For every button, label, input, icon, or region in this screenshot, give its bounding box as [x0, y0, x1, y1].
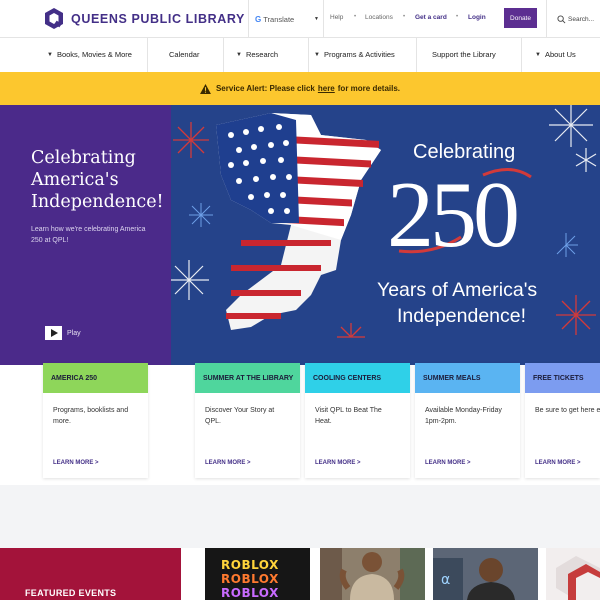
chevron-down-icon: ▼: [314, 16, 319, 22]
donate-button[interactable]: Donate: [504, 8, 537, 28]
hero-image-line4: Independence!: [397, 305, 527, 327]
hero-subtitle: Learn how we're celebrating America 250 …: [31, 226, 146, 244]
warning-icon: [200, 83, 211, 94]
nav-books-movies[interactable]: ▼ Books, Movies & More: [47, 50, 132, 59]
card-title: FREE TICKETS: [525, 363, 600, 393]
nav-support[interactable]: Support the Library: [432, 50, 496, 59]
roblox-logo-text: ROBLOX: [221, 572, 279, 586]
chevron-down-icon: ▼: [314, 51, 320, 58]
hero-image-line1: Celebrating: [413, 141, 516, 163]
nav-about[interactable]: ▼ About Us: [535, 50, 576, 59]
learn-more-link[interactable]: LEARN MORE >: [315, 460, 361, 466]
translate-dropdown[interactable]: G Translate ▼: [248, 0, 324, 38]
nav-divider: [147, 38, 148, 72]
fireworks-illustration: [171, 105, 597, 338]
nav-programs[interactable]: ▼ Programs & Activities: [314, 50, 395, 59]
search-placeholder: Search...: [568, 15, 595, 23]
main-nav: ▼ Books, Movies & More Calendar ▼ Resear…: [0, 38, 600, 72]
nav-label: Books, Movies & More: [56, 50, 132, 59]
hero-panel: Celebrating America's Independence! Lear…: [0, 105, 171, 365]
person-photo: [320, 548, 425, 600]
nav-research[interactable]: ▼ Research: [236, 50, 278, 59]
hero-image[interactable]: Celebrating 250 Years of America's Indep…: [171, 105, 600, 365]
card-america-250[interactable]: AMERICA 250 Programs, booklists and more…: [43, 363, 148, 478]
alert-prefix: Service Alert: Please click: [215, 84, 315, 93]
nav-divider: [308, 38, 309, 72]
play-icon: [45, 326, 62, 340]
search-button[interactable]: Search...: [546, 0, 600, 38]
service-alert-banner: Service Alert: Please click here for mor…: [0, 72, 600, 105]
abstract-graphic: [546, 548, 600, 600]
alert-suffix: for more details.: [337, 84, 401, 93]
person-photo: α: [433, 548, 538, 600]
card-cooling-centers[interactable]: COOLING CENTERS Visit QPL to Beat The He…: [305, 363, 410, 478]
separator-dot: •: [403, 14, 406, 20]
card-title: SUMMER AT THE LIBRARY: [195, 363, 300, 393]
separator-dot: •: [354, 14, 357, 20]
event-thumbnail-photo[interactable]: [320, 548, 425, 600]
learn-more-link[interactable]: LEARN MORE >: [535, 460, 581, 466]
queens-flag-map: [216, 113, 381, 330]
card-body: Be sure to get here e: [535, 407, 600, 414]
alert-here-link[interactable]: here: [318, 84, 335, 93]
nav-label: Calendar: [169, 50, 200, 59]
card-title: AMERICA 250: [43, 363, 148, 393]
card-free-tickets[interactable]: FREE TICKETS Be sure to get here e LEARN…: [525, 363, 600, 478]
nav-label: Programs & Activities: [323, 50, 395, 59]
google-icon: G: [255, 14, 262, 24]
library-logo[interactable]: QUEENS PUBLIC LIBRARY: [44, 8, 245, 30]
learn-more-link[interactable]: LEARN MORE >: [425, 460, 471, 466]
event-thumbnail-graphic[interactable]: [546, 548, 600, 600]
translate-label: Translate: [263, 14, 295, 24]
card-body: Available Monday-Friday 1pm-2pm.: [425, 407, 502, 425]
hero-title: Celebrating America's Independence!: [31, 148, 164, 212]
hero-image-line3: Years of America's: [377, 279, 538, 301]
nav-divider: [416, 38, 417, 72]
card-title: SUMMER MEALS: [415, 363, 520, 393]
search-icon: [557, 14, 566, 23]
card-body: Visit QPL to Beat The Heat.: [315, 407, 382, 425]
event-thumbnail-roblox[interactable]: ROBLOX ROBLOX ROBLOX: [205, 548, 310, 600]
nav-calendar[interactable]: Calendar: [169, 50, 199, 59]
locations-link[interactable]: Locations: [365, 14, 393, 21]
section-spacer: [0, 485, 600, 548]
card-title: COOLING CENTERS: [305, 363, 410, 393]
nav-divider: [223, 38, 224, 72]
login-link[interactable]: Login: [468, 14, 486, 21]
card-body: Discover Your Story at QPL.: [205, 407, 275, 425]
chevron-down-icon: ▼: [47, 51, 53, 58]
learn-more-link[interactable]: LEARN MORE >: [53, 460, 99, 466]
help-link[interactable]: Help: [330, 14, 343, 21]
roblox-logo-text: ROBLOX: [221, 558, 279, 572]
nav-divider: [521, 38, 522, 72]
get-a-card-link[interactable]: Get a card: [415, 14, 447, 21]
hero-image-number: 250: [387, 163, 520, 267]
chevron-down-icon: ▼: [535, 51, 541, 58]
nav-label: Support the Library: [432, 50, 496, 59]
svg-text:α: α: [441, 572, 450, 588]
play-label: Play: [67, 329, 81, 337]
roblox-logo-text: ROBLOX: [221, 586, 279, 600]
card-summer-at-library[interactable]: SUMMER AT THE LIBRARY Discover Your Stor…: [195, 363, 300, 478]
logo-text: QUEENS PUBLIC LIBRARY: [71, 12, 245, 26]
chevron-down-icon: ▼: [236, 51, 242, 58]
learn-more-link[interactable]: LEARN MORE >: [205, 460, 251, 466]
play-button[interactable]: Play: [45, 326, 81, 340]
separator-dot: •: [456, 14, 459, 20]
card-body: Programs, booklists and more.: [53, 407, 129, 425]
nav-label: About Us: [544, 50, 576, 59]
logo-mark-icon: [45, 8, 63, 29]
event-thumbnail-photo[interactable]: α: [433, 548, 538, 600]
top-header: QUEENS PUBLIC LIBRARY G Translate ▼ Help…: [0, 0, 600, 38]
featured-events-title: FEATURED EVENTS: [25, 588, 117, 598]
featured-events-panel: FEATURED EVENTS: [0, 548, 181, 600]
nav-label: Research: [245, 50, 279, 59]
card-summer-meals[interactable]: SUMMER MEALS Available Monday-Friday 1pm…: [415, 363, 520, 478]
